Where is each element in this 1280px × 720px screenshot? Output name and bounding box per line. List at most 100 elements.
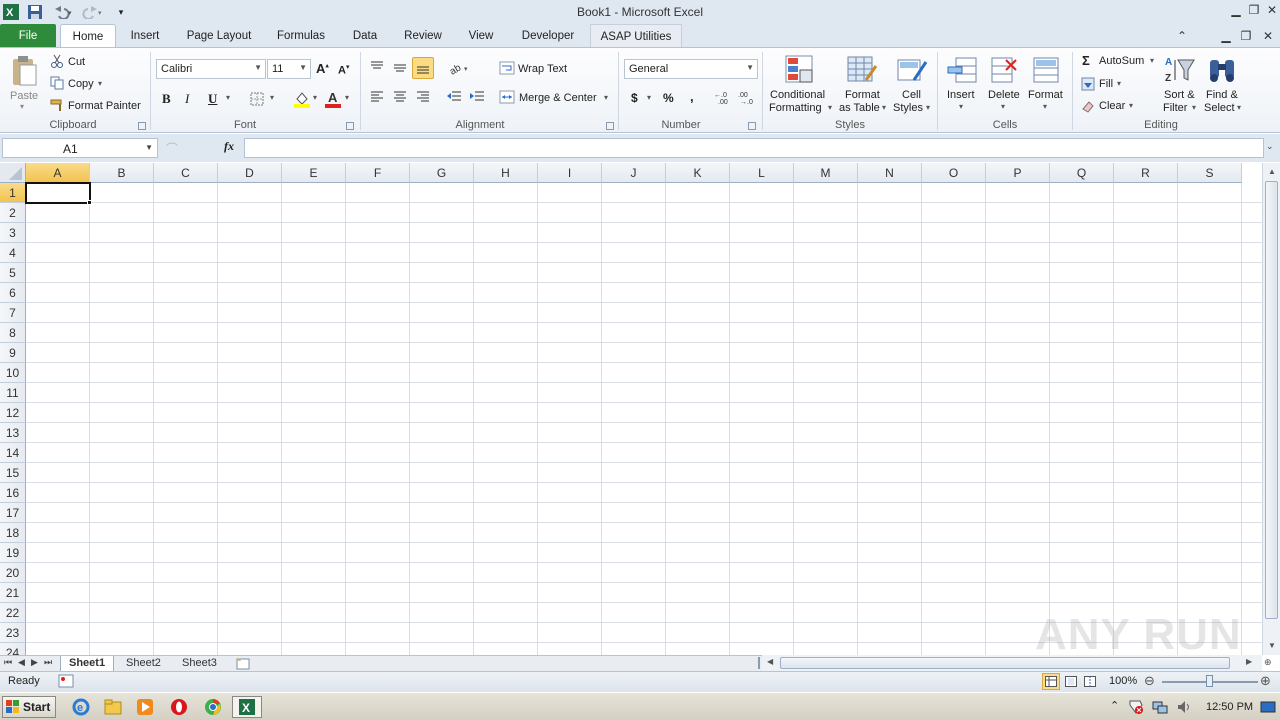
minimize-icon[interactable]: ▁ bbox=[1226, 2, 1246, 20]
number-format-combo[interactable]: General ▼ bbox=[624, 59, 758, 79]
worksheet-grid[interactable]: ABCDEFGHIJKLMNOPQRS 1 2 3 4 5 6 7 8 9 10 11 12 13 14 1… bbox=[0, 163, 1262, 655]
row-header-19[interactable]: 19 bbox=[0, 543, 26, 563]
percent-button[interactable]: % bbox=[663, 91, 674, 105]
sheet-tab-sheet1[interactable]: Sheet1 bbox=[60, 656, 115, 672]
row-header-24[interactable]: 24 bbox=[0, 643, 26, 655]
start-button[interactable]: Start bbox=[2, 696, 56, 718]
column-header-m[interactable]: M bbox=[794, 163, 858, 183]
underline-button[interactable]: U bbox=[208, 91, 217, 107]
sort-filter-dropdown-icon[interactable]: ▾ bbox=[1192, 103, 1196, 112]
align-top-icon[interactable] bbox=[369, 60, 385, 74]
cell-styles-label-1[interactable]: Cell bbox=[902, 89, 921, 101]
close-icon[interactable]: ✕ bbox=[1262, 2, 1280, 20]
find-select-label-2[interactable]: Select bbox=[1204, 102, 1235, 114]
paste-icon[interactable] bbox=[8, 54, 40, 88]
zoom-slider-thumb[interactable] bbox=[1206, 675, 1213, 687]
column-header-j[interactable]: J bbox=[602, 163, 666, 183]
cell-styles-dropdown-icon[interactable]: ▾ bbox=[926, 103, 930, 112]
clear-button[interactable]: Clear bbox=[1099, 100, 1125, 112]
tab-asap-utilities[interactable]: ASAP Utilities bbox=[590, 24, 682, 48]
decrease-decimal-icon[interactable]: .00 →.0 bbox=[738, 89, 760, 105]
workbook-minimize-icon[interactable]: ▁ bbox=[1216, 28, 1236, 46]
column-header-b[interactable]: B bbox=[90, 163, 154, 183]
row-header-23[interactable]: 23 bbox=[0, 623, 26, 643]
column-header-s[interactable]: S bbox=[1178, 163, 1242, 183]
format-painter-button[interactable]: Format Painter bbox=[68, 100, 141, 112]
eraser-icon[interactable] bbox=[1081, 99, 1095, 113]
row-header-17[interactable]: 17 bbox=[0, 503, 26, 523]
align-center-icon[interactable] bbox=[392, 90, 408, 104]
row-header-10[interactable]: 10 bbox=[0, 363, 26, 383]
currency-dropdown-icon[interactable]: ▾ bbox=[647, 93, 651, 102]
delete-cells-button[interactable]: Delete bbox=[988, 89, 1020, 101]
expand-formula-bar-icon[interactable]: ⌄ bbox=[1266, 141, 1274, 152]
fill-down-icon[interactable] bbox=[1081, 77, 1095, 91]
autosum-icon[interactable]: Σ bbox=[1082, 53, 1090, 68]
currency-button[interactable]: $ bbox=[631, 91, 638, 105]
font-name-combo[interactable]: Calibri ▼ bbox=[156, 59, 266, 79]
row-header-15[interactable]: 15 bbox=[0, 463, 26, 483]
select-all-button[interactable] bbox=[0, 163, 26, 183]
tab-view[interactable]: View bbox=[458, 24, 504, 48]
binoculars-icon[interactable] bbox=[1206, 54, 1238, 86]
insert-dropdown-icon[interactable]: ▾ bbox=[959, 102, 963, 111]
row-header-7[interactable]: 7 bbox=[0, 303, 26, 323]
find-select-dropdown-icon[interactable]: ▾ bbox=[1237, 103, 1241, 112]
excel-taskbar-icon[interactable]: X bbox=[232, 696, 262, 718]
bold-button[interactable]: B bbox=[162, 91, 171, 107]
row-header-21[interactable]: 21 bbox=[0, 583, 26, 603]
row-header-9[interactable]: 9 bbox=[0, 343, 26, 363]
show-desktop-icon[interactable] bbox=[1260, 699, 1276, 715]
minimize-ribbon-icon[interactable]: ⌃ bbox=[1172, 28, 1192, 46]
row-header-13[interactable]: 13 bbox=[0, 423, 26, 443]
paste-label[interactable]: Paste bbox=[10, 90, 38, 102]
chrome-icon[interactable] bbox=[198, 696, 228, 718]
row-header-8[interactable]: 8 bbox=[0, 323, 26, 343]
row-header-4[interactable]: 4 bbox=[0, 243, 26, 263]
workbook-restore-icon[interactable]: ❐ bbox=[1236, 28, 1256, 46]
column-header-e[interactable]: E bbox=[282, 163, 346, 183]
find-select-label-1[interactable]: Find & bbox=[1206, 89, 1238, 101]
font-color-dropdown-icon[interactable]: ▾ bbox=[345, 93, 349, 102]
fill-color-dropdown-icon[interactable]: ▾ bbox=[313, 93, 317, 102]
row-header-5[interactable]: 5 bbox=[0, 263, 26, 283]
fill-color-icon[interactable] bbox=[293, 90, 311, 108]
copy-icon[interactable] bbox=[50, 76, 64, 90]
row-header-22[interactable]: 22 bbox=[0, 603, 26, 623]
row-header-2[interactable]: 2 bbox=[0, 203, 26, 223]
alignment-launcher-icon[interactable] bbox=[606, 122, 614, 130]
column-header-g[interactable]: G bbox=[410, 163, 474, 183]
row-header-11[interactable]: 11 bbox=[0, 383, 26, 403]
grow-font-icon[interactable]: A▴ bbox=[316, 61, 329, 76]
column-header-c[interactable]: C bbox=[154, 163, 218, 183]
row-header-18[interactable]: 18 bbox=[0, 523, 26, 543]
column-header-i[interactable]: I bbox=[538, 163, 602, 183]
cut-button[interactable]: Cut bbox=[68, 56, 85, 68]
page-layout-view-icon[interactable] bbox=[1063, 673, 1079, 690]
increase-indent-icon[interactable] bbox=[469, 90, 485, 104]
sheet-tab-sheet2[interactable]: Sheet2 bbox=[118, 656, 169, 672]
last-sheet-icon[interactable]: ⏭ bbox=[44, 657, 52, 668]
autosum-button[interactable]: AutoSum bbox=[1099, 55, 1144, 67]
sort-filter-label-2[interactable]: Filter bbox=[1163, 102, 1187, 114]
fill-dropdown-icon[interactable]: ▾ bbox=[1117, 79, 1121, 88]
align-middle-icon[interactable] bbox=[392, 60, 408, 74]
increase-decimal-icon[interactable]: ←.0.00 bbox=[714, 89, 736, 105]
copy-dropdown-icon[interactable]: ▾ bbox=[98, 79, 102, 88]
comma-button[interactable]: , bbox=[690, 89, 694, 104]
scroll-left-icon[interactable]: ◀ bbox=[767, 657, 773, 666]
number-launcher-icon[interactable] bbox=[748, 122, 756, 130]
merge-center-button[interactable]: Merge & Center bbox=[519, 92, 597, 104]
cell-styles-icon[interactable] bbox=[896, 54, 928, 86]
insert-cells-button[interactable]: Insert bbox=[947, 89, 975, 101]
macro-record-icon[interactable] bbox=[58, 674, 74, 688]
tray-expand-icon[interactable]: ⌃ bbox=[1110, 699, 1119, 712]
column-header-n[interactable]: N bbox=[858, 163, 922, 183]
tab-insert[interactable]: Insert bbox=[122, 24, 168, 48]
workbook-close-icon[interactable]: ✕ bbox=[1258, 28, 1278, 46]
formula-input[interactable] bbox=[244, 138, 1264, 158]
opera-icon[interactable] bbox=[164, 696, 194, 718]
wrap-text-button[interactable]: Wrap Text bbox=[518, 63, 567, 75]
cell-styles-label-2[interactable]: Styles bbox=[893, 102, 923, 114]
clipboard-launcher-icon[interactable] bbox=[138, 122, 146, 130]
